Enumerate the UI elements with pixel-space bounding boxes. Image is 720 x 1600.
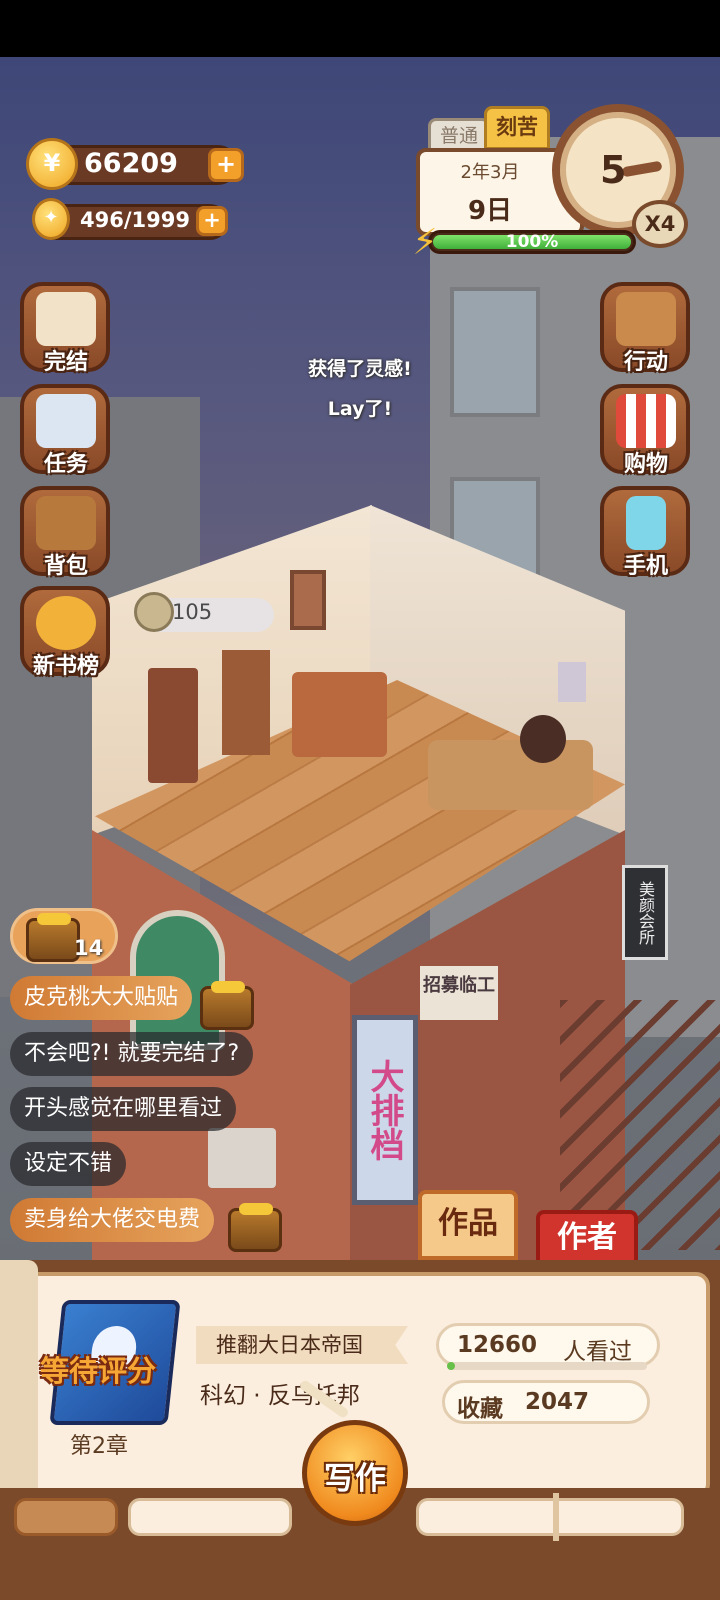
menu-phone-label: 手机 [623,554,668,579]
slot-marker [553,1493,559,1541]
medal-icon [36,596,96,650]
coin-icon [134,592,174,632]
tab-works[interactable]: 作品 [418,1190,518,1260]
lightbulb-icon: ✦ [32,198,70,240]
add-inspiration-button[interactable]: + [196,206,228,236]
progress-slot-2 [128,1498,292,1536]
views-label: 人看过 [563,1339,632,1365]
energy-percent: 100% [505,232,559,252]
book-icon [36,292,96,346]
room-coin-value: 105 [172,600,213,624]
food-stall-sign: 大排档 [352,1015,418,1205]
inspiration-value: 496/1999 [80,208,190,232]
book-chapter: 第2章 [70,1434,128,1459]
comment-bubble[interactable]: 卖身给大佬交电费 [10,1198,215,1242]
progress-slot-1 [14,1498,118,1536]
room-door[interactable] [148,668,198,783]
recruit-sign: 招募临工 [420,966,498,1020]
add-coins-button[interactable]: + [208,148,244,182]
chest-count: 14 [74,936,104,960]
phone-icon [626,496,666,550]
bed[interactable] [428,740,593,810]
sleeping-character[interactable] [520,715,566,763]
treasure-chest-icon [26,913,80,962]
views-progress-bar [447,1362,647,1370]
book-title: 推翻大日本帝国 [196,1326,408,1364]
views-progress-fill [447,1362,455,1370]
wall-poster [558,662,586,702]
menu-tasks-label: 任务 [43,452,88,477]
progress-slot-3 [416,1493,684,1541]
room-window [290,570,326,630]
menu-new-books-label: 新书榜 [32,654,99,679]
calendar-month: 2年3月 [460,162,520,183]
menu-new-books-button[interactable]: 新书榜 [20,586,110,679]
air-conditioner [208,1128,276,1188]
views-counter: 12660 人看过 [436,1323,660,1370]
speed-multiplier-button[interactable]: X4 [632,200,688,248]
writing-desk[interactable] [292,672,387,757]
energy-bar: 100% [428,230,636,254]
bookshelf[interactable] [222,650,270,755]
views-count: 12660 [457,1332,538,1358]
favorites-label: 收藏 [457,1396,503,1422]
beauty-salon-sign: 美颜会所 [622,865,668,960]
favorites-count: 2047 [525,1389,590,1415]
write-button[interactable]: 写作 [302,1420,408,1526]
treasure-chest-icon[interactable] [228,1203,282,1252]
clock-number: 5 [600,148,627,192]
write-button-label: 写作 [324,1461,386,1497]
status-bar [0,0,720,57]
pending-rating-label: 等待评分 [40,1354,157,1388]
treasure-chest-icon[interactable] [200,981,254,1030]
comment-bubble[interactable]: 开头感觉在哪里看过 [10,1087,237,1131]
tab-author[interactable]: 作者 [536,1210,638,1264]
door-icon [616,292,676,346]
clock-hand [621,160,663,178]
menu-backpack-label: 背包 [43,554,88,579]
panel-spine [0,1260,38,1510]
comment-bubble[interactable]: 皮克桃大大贴贴 [10,976,193,1020]
favorites-counter: 收藏 2047 [442,1380,650,1424]
comment-bubble[interactable]: 不会吧?! 就要完结了? [10,1032,254,1076]
tab-hard-mode[interactable]: 刻苦 [484,106,550,150]
notice-line-2: Lay了! [327,398,393,420]
energy-bolt-icon[interactable]: ⚡ [404,220,446,266]
comment-bubble[interactable]: 设定不错 [10,1142,127,1186]
notice-line-1: 获得了灵感! [308,358,412,380]
backpack-icon [36,496,96,550]
coin-icon: ¥ [26,138,78,190]
menu-phone-button[interactable]: 手机 [600,486,690,579]
menu-shop-label: 购物 [623,452,668,477]
menu-backpack-button[interactable]: 背包 [20,486,110,579]
coin-value: 66209 [84,148,178,179]
